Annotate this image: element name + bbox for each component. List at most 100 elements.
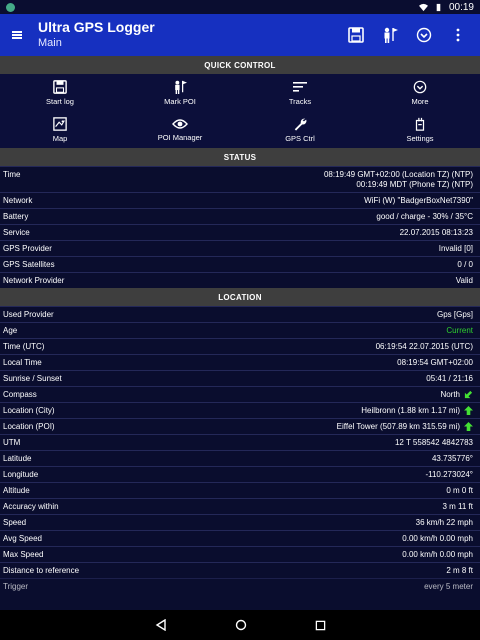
location-row: Location (City) Heilbronn (1.88 km 1.17 … <box>0 402 480 418</box>
status-row-time: Time 08:19:49 GMT+02:00 (Location TZ) (N… <box>0 166 480 192</box>
row-label: Network <box>3 195 33 205</box>
row-value: every 5 meter <box>424 581 473 591</box>
more-vert-icon <box>456 28 460 42</box>
row-label: Age <box>3 325 18 335</box>
more-button[interactable]: More <box>360 74 480 112</box>
app-subtitle: Main <box>38 37 62 49</box>
row-label: Compass <box>3 389 37 399</box>
row-value: 08:19:54 GMT+02:00 <box>397 357 473 367</box>
app-bar: Ultra GPS Logger Main <box>0 14 480 56</box>
direction-arrow-icon <box>464 406 473 415</box>
row-value: WiFi (W) "BadgerBoxNet7390" <box>364 195 473 205</box>
app-title: Ultra GPS Logger <box>38 19 155 35</box>
row-value: North <box>440 389 460 399</box>
tracks-button[interactable]: Tracks <box>240 74 360 112</box>
dropdown-button[interactable] <box>412 23 436 47</box>
location-row: Accuracy within 3 m 11 ft <box>0 498 480 514</box>
start-log-label: Start log <box>46 97 74 106</box>
clock-text: 00:19 <box>448 1 474 13</box>
status-row: Network Provider Valid <box>0 272 480 288</box>
row-label: Battery <box>3 211 29 221</box>
row-label: Local Time <box>3 357 42 367</box>
row-label: Time <box>3 170 21 179</box>
mark-poi-icon <box>175 80 187 94</box>
location-row: Trigger every 5 meter <box>0 578 480 594</box>
location-row: Longitude -110.273024° <box>0 466 480 482</box>
row-label: Location (City) <box>3 405 55 415</box>
compass-arrow-icon <box>464 390 473 399</box>
location-row: Used Provider Gps [Gps] <box>0 306 480 322</box>
tracks-icon <box>293 82 307 92</box>
quick-control-grid: Start log Mark POI Tracks More Map POI M… <box>0 74 480 148</box>
location-row: Altitude 0 m 0 ft <box>0 482 480 498</box>
start-log-button[interactable]: Start log <box>0 74 120 112</box>
location-row: Compass North <box>0 386 480 402</box>
row-label: GPS Provider <box>3 243 52 253</box>
row-label: GPS Satellites <box>3 259 55 269</box>
row-label: Distance to reference <box>3 565 80 575</box>
save-icon <box>53 80 67 94</box>
row-value: 0.00 km/h 0.00 mph <box>402 533 473 543</box>
row-label: Max Speed <box>3 549 44 559</box>
row-label: Service <box>3 227 30 237</box>
main-content[interactable]: QUICK CONTROL Start log Mark POI Tracks … <box>0 56 480 610</box>
row-value: 0 m 0 ft <box>446 485 473 495</box>
status-heading: STATUS <box>0 148 480 166</box>
row-value: 2 m 8 ft <box>446 565 473 575</box>
location-row: Local Time 08:19:54 GMT+02:00 <box>0 354 480 370</box>
system-status-bar: 00:19 <box>0 0 480 14</box>
mark-poi-action-button[interactable] <box>378 23 402 47</box>
row-value: Gps [Gps] <box>436 309 473 319</box>
map-label: Map <box>52 134 68 143</box>
row-value: 43.735776° <box>431 453 473 463</box>
globe-icon <box>6 2 15 12</box>
location-row: Sunrise / Sunset 05:41 / 21:16 <box>0 370 480 386</box>
direction-arrow-icon <box>464 422 473 431</box>
row-label: Altitude <box>3 485 30 495</box>
wrench-icon <box>294 118 307 131</box>
recents-icon[interactable] <box>315 620 326 631</box>
row-label: Sunrise / Sunset <box>3 373 62 383</box>
overflow-menu-button[interactable] <box>446 23 470 47</box>
status-row: Network WiFi (W) "BadgerBoxNet7390" <box>0 192 480 208</box>
poi-manager-label: POI Manager <box>157 133 203 142</box>
more-label: More <box>411 97 429 106</box>
poi-manager-button[interactable]: POI Manager <box>120 112 240 148</box>
location-row: Latitude 43.735776° <box>0 450 480 466</box>
row-value: 0.00 km/h 0.00 mph <box>402 549 473 559</box>
hamburger-menu-icon[interactable] <box>0 34 34 36</box>
wifi-icon <box>418 3 428 11</box>
tracks-label: Tracks <box>288 97 312 106</box>
map-icon <box>53 117 67 131</box>
gps-ctrl-label: GPS Ctrl <box>285 134 315 143</box>
location-row: Speed 36 km/h 22 mph <box>0 514 480 530</box>
row-value: 00:19:49 MDT (Phone TZ) (NTP) <box>356 180 473 189</box>
chevron-down-circle-icon <box>413 80 427 94</box>
row-label: Speed <box>3 517 27 527</box>
system-navigation-bar <box>0 610 480 640</box>
mark-poi-label: Mark POI <box>164 97 196 106</box>
status-row: Service 22.07.2015 08:13:23 <box>0 224 480 240</box>
eye-icon <box>172 119 188 129</box>
row-value: Heilbronn (1.88 km 1.17 mi) <box>361 405 460 415</box>
row-label: Time (UTC) <box>3 341 45 351</box>
location-row: Max Speed 0.00 km/h 0.00 mph <box>0 546 480 562</box>
settings-button[interactable]: Settings <box>360 112 480 148</box>
row-label: Trigger <box>3 581 29 591</box>
home-icon[interactable] <box>235 619 247 631</box>
save-log-button[interactable] <box>344 23 368 47</box>
row-value: 06:19:54 22.07.2015 (UTC) <box>375 341 473 351</box>
row-label: Location (POI) <box>3 421 55 431</box>
map-button[interactable]: Map <box>0 112 120 148</box>
row-label: Network Provider <box>3 275 65 285</box>
row-value: 22.07.2015 08:13:23 <box>399 227 473 237</box>
row-value: 08:19:49 GMT+02:00 (Location TZ) (NTP) <box>323 170 473 179</box>
location-row: Age Current <box>0 322 480 338</box>
location-row: Time (UTC) 06:19:54 22.07.2015 (UTC) <box>0 338 480 354</box>
back-icon[interactable] <box>155 619 167 631</box>
status-row: Battery good / charge - 30% / 35°C <box>0 208 480 224</box>
row-value: 0 / 0 <box>457 259 473 269</box>
mark-poi-icon <box>384 27 398 43</box>
mark-poi-button[interactable]: Mark POI <box>120 74 240 112</box>
gps-ctrl-button[interactable]: GPS Ctrl <box>240 112 360 148</box>
